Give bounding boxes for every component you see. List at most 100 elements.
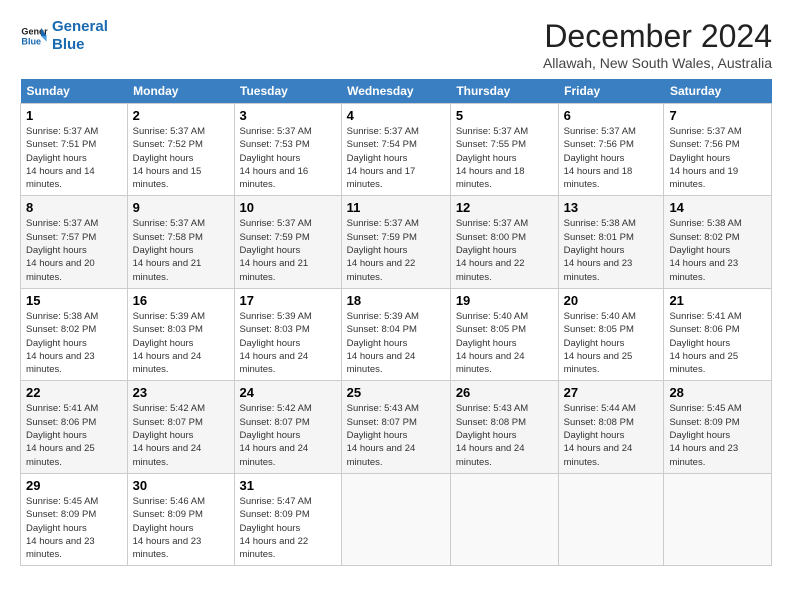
- day-info: Sunrise: 5:37 AMSunset: 7:51 PMDaylight …: [26, 125, 122, 191]
- day-info: Sunrise: 5:37 AMSunset: 7:56 PMDaylight …: [669, 125, 766, 191]
- calendar-cell: 13Sunrise: 5:38 AMSunset: 8:01 PMDayligh…: [558, 196, 664, 288]
- location: Allawah, New South Wales, Australia: [543, 55, 772, 71]
- calendar-cell: 30 Sunrise: 5:46 AMSunset: 8:09 PMDayligh…: [127, 473, 234, 565]
- day-number: 21: [669, 293, 766, 308]
- day-number: 20: [564, 293, 659, 308]
- calendar-cell: 29Sunrise: 5:45 AMSunset: 8:09 PMDayligh…: [21, 473, 128, 565]
- day-number: 22: [26, 385, 122, 400]
- day-number: 7: [669, 108, 766, 123]
- calendar-cell: 18 Sunrise: 5:39 AMSunset: 8:04 PMDayligh…: [341, 288, 450, 380]
- day-info: Sunrise: 5:37 AMSunset: 7:59 PMDaylight …: [347, 217, 445, 283]
- page: General Blue General Blue December 2024 …: [0, 0, 792, 576]
- day-info: Sunrise: 5:44 AMSunset: 8:08 PMDaylight …: [564, 402, 659, 468]
- day-info: Sunrise: 5:47 AMSunset: 8:09 PMDaylight …: [240, 495, 336, 561]
- calendar-week-3: 22 Sunrise: 5:41 AMSunset: 8:06 PMDayligh…: [21, 381, 772, 473]
- calendar-cell: 24Sunrise: 5:42 AMSunset: 8:07 PMDayligh…: [234, 381, 341, 473]
- calendar-cell: [664, 473, 772, 565]
- day-info: Sunrise: 5:41 AMSunset: 8:06 PMDaylight …: [26, 402, 122, 468]
- weekday-header-friday: Friday: [558, 79, 664, 104]
- day-number: 12: [456, 200, 553, 215]
- calendar-week-0: 1 Sunrise: 5:37 AMSunset: 7:51 PMDaylight…: [21, 104, 772, 196]
- day-number: 1: [26, 108, 122, 123]
- calendar-week-2: 15Sunrise: 5:38 AMSunset: 8:02 PMDayligh…: [21, 288, 772, 380]
- day-info: Sunrise: 5:37 AMSunset: 7:52 PMDaylight …: [133, 125, 229, 191]
- calendar-cell: 28 Sunrise: 5:45 AMSunset: 8:09 PMDayligh…: [664, 381, 772, 473]
- day-number: 18: [347, 293, 445, 308]
- calendar-table: SundayMondayTuesdayWednesdayThursdayFrid…: [20, 79, 772, 566]
- day-info: Sunrise: 5:43 AMSunset: 8:08 PMDaylight …: [456, 402, 553, 468]
- calendar-cell: 6 Sunrise: 5:37 AMSunset: 7:56 PMDaylight…: [558, 104, 664, 196]
- calendar-cell: 4 Sunrise: 5:37 AMSunset: 7:54 PMDaylight…: [341, 104, 450, 196]
- month-title: December 2024: [543, 18, 772, 55]
- day-info: Sunrise: 5:40 AMSunset: 8:05 PMDaylight …: [456, 310, 553, 376]
- day-number: 4: [347, 108, 445, 123]
- calendar-cell: 20 Sunrise: 5:40 AMSunset: 8:05 PMDayligh…: [558, 288, 664, 380]
- day-number: 25: [347, 385, 445, 400]
- calendar-cell: 14Sunrise: 5:38 AMSunset: 8:02 PMDayligh…: [664, 196, 772, 288]
- calendar-cell: 16 Sunrise: 5:39 AMSunset: 8:03 PMDayligh…: [127, 288, 234, 380]
- weekday-header-saturday: Saturday: [664, 79, 772, 104]
- calendar-cell: 7 Sunrise: 5:37 AMSunset: 7:56 PMDaylight…: [664, 104, 772, 196]
- day-info: Sunrise: 5:37 AMSunset: 7:57 PMDaylight …: [26, 217, 122, 283]
- day-number: 2: [133, 108, 229, 123]
- calendar-cell: [558, 473, 664, 565]
- calendar-cell: 9 Sunrise: 5:37 AMSunset: 7:58 PMDaylight…: [127, 196, 234, 288]
- title-block: December 2024 Allawah, New South Wales, …: [543, 18, 772, 71]
- calendar-cell: 26 Sunrise: 5:43 AMSunset: 8:08 PMDayligh…: [450, 381, 558, 473]
- weekday-header-sunday: Sunday: [21, 79, 128, 104]
- day-number: 26: [456, 385, 553, 400]
- calendar-cell: 21 Sunrise: 5:41 AMSunset: 8:06 PMDayligh…: [664, 288, 772, 380]
- day-number: 27: [564, 385, 659, 400]
- day-number: 13: [564, 200, 659, 215]
- day-info: Sunrise: 5:45 AMSunset: 8:09 PMDaylight …: [669, 402, 766, 468]
- day-info: Sunrise: 5:42 AMSunset: 8:07 PMDaylight …: [133, 402, 229, 468]
- day-number: 10: [240, 200, 336, 215]
- day-number: 5: [456, 108, 553, 123]
- calendar-cell: 11 Sunrise: 5:37 AMSunset: 7:59 PMDayligh…: [341, 196, 450, 288]
- day-number: 16: [133, 293, 229, 308]
- day-number: 11: [347, 200, 445, 215]
- day-number: 19: [456, 293, 553, 308]
- day-info: Sunrise: 5:46 AMSunset: 8:09 PMDaylight …: [133, 495, 229, 561]
- day-number: 31: [240, 478, 336, 493]
- day-info: Sunrise: 5:39 AMSunset: 8:03 PMDaylight …: [133, 310, 229, 376]
- day-info: Sunrise: 5:37 AMSunset: 7:58 PMDaylight …: [133, 217, 229, 283]
- day-number: 24: [240, 385, 336, 400]
- day-number: 6: [564, 108, 659, 123]
- day-number: 28: [669, 385, 766, 400]
- weekday-header-wednesday: Wednesday: [341, 79, 450, 104]
- calendar-cell: 22 Sunrise: 5:41 AMSunset: 8:06 PMDayligh…: [21, 381, 128, 473]
- calendar-cell: 5Sunrise: 5:37 AMSunset: 7:55 PMDaylight…: [450, 104, 558, 196]
- calendar-cell: 17Sunrise: 5:39 AMSunset: 8:03 PMDayligh…: [234, 288, 341, 380]
- day-info: Sunrise: 5:40 AMSunset: 8:05 PMDaylight …: [564, 310, 659, 376]
- day-info: Sunrise: 5:37 AMSunset: 7:59 PMDaylight …: [240, 217, 336, 283]
- calendar-cell: 15Sunrise: 5:38 AMSunset: 8:02 PMDayligh…: [21, 288, 128, 380]
- calendar-cell: 3Sunrise: 5:37 AMSunset: 7:53 PMDaylight…: [234, 104, 341, 196]
- day-info: Sunrise: 5:45 AMSunset: 8:09 PMDaylight …: [26, 495, 122, 561]
- calendar-cell: 23 Sunrise: 5:42 AMSunset: 8:07 PMDayligh…: [127, 381, 234, 473]
- day-number: 30: [133, 478, 229, 493]
- calendar-week-4: 29Sunrise: 5:45 AMSunset: 8:09 PMDayligh…: [21, 473, 772, 565]
- calendar-cell: 12Sunrise: 5:37 AMSunset: 8:00 PMDayligh…: [450, 196, 558, 288]
- day-number: 23: [133, 385, 229, 400]
- svg-text:Blue: Blue: [21, 36, 41, 46]
- day-info: Sunrise: 5:37 AMSunset: 7:56 PMDaylight …: [564, 125, 659, 191]
- calendar-week-1: 8 Sunrise: 5:37 AMSunset: 7:57 PMDaylight…: [21, 196, 772, 288]
- day-number: 9: [133, 200, 229, 215]
- day-info: Sunrise: 5:37 AMSunset: 7:54 PMDaylight …: [347, 125, 445, 191]
- calendar-cell: [450, 473, 558, 565]
- logo: General Blue General Blue: [20, 18, 108, 54]
- day-info: Sunrise: 5:39 AMSunset: 8:03 PMDaylight …: [240, 310, 336, 376]
- calendar-cell: 2 Sunrise: 5:37 AMSunset: 7:52 PMDaylight…: [127, 104, 234, 196]
- day-info: Sunrise: 5:38 AMSunset: 8:02 PMDaylight …: [26, 310, 122, 376]
- day-info: Sunrise: 5:39 AMSunset: 8:04 PMDaylight …: [347, 310, 445, 376]
- day-info: Sunrise: 5:41 AMSunset: 8:06 PMDaylight …: [669, 310, 766, 376]
- weekday-header-monday: Monday: [127, 79, 234, 104]
- header: General Blue General Blue December 2024 …: [20, 18, 772, 71]
- calendar-cell: 27 Sunrise: 5:44 AMSunset: 8:08 PMDayligh…: [558, 381, 664, 473]
- header-row: SundayMondayTuesdayWednesdayThursdayFrid…: [21, 79, 772, 104]
- calendar-cell: 8 Sunrise: 5:37 AMSunset: 7:57 PMDaylight…: [21, 196, 128, 288]
- logo-text: General Blue: [52, 18, 108, 54]
- day-number: 8: [26, 200, 122, 215]
- weekday-header-tuesday: Tuesday: [234, 79, 341, 104]
